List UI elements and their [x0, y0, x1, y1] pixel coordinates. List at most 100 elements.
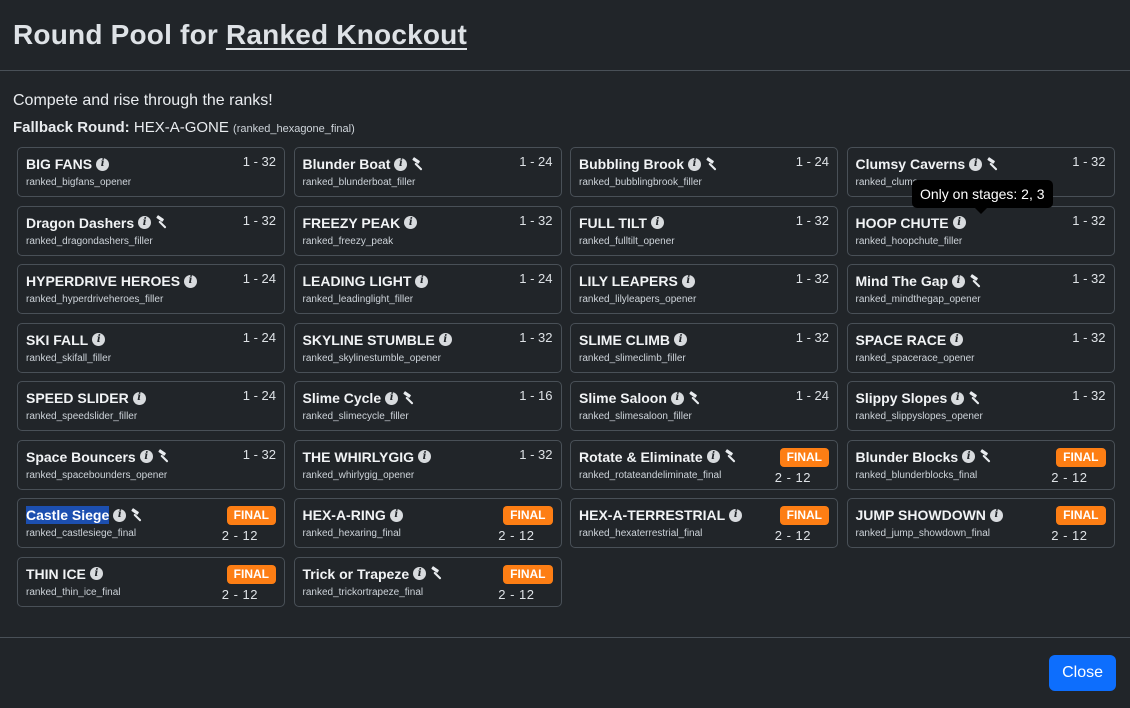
player-range: 1 - 16 — [519, 388, 553, 403]
info-icon[interactable]: i — [950, 333, 964, 346]
info-icon[interactable]: i — [404, 216, 418, 229]
round-code: ranked_whirlygig_opener — [302, 469, 415, 481]
modal-title: Round Pool for Ranked Knockout — [13, 17, 1117, 53]
fallback-label: Fallback Round: — [13, 119, 130, 136]
gamemode-link[interactable]: Ranked Knockout — [226, 19, 467, 50]
info-icon[interactable]: i — [96, 157, 110, 171]
info-icon[interactable]: i — [415, 274, 429, 288]
round-code: ranked_hyperdriveheroes_filler — [26, 294, 164, 305]
info-icon[interactable]: i — [952, 274, 966, 288]
hammer-icon — [979, 449, 994, 464]
round-card: HYPERDRIVE HEROES i ranked_hyperdriveheroe… — [17, 264, 285, 314]
info-icon[interactable]: i — [969, 157, 983, 171]
round-card: Slime Saloon i ranked_slimesaloon_filler 1 … — [570, 381, 838, 431]
player-range: 1 - 32 — [795, 212, 829, 228]
info-icon[interactable]: i — [138, 216, 152, 229]
info-icon[interactable]: i — [674, 333, 687, 346]
hammer-icon — [157, 449, 172, 464]
info-icon[interactable]: i — [650, 216, 664, 229]
round-card: BIG FANS i ranked_bigfans_opener 1 - 32 — [17, 147, 285, 197]
close-button[interactable]: Close — [1049, 655, 1116, 691]
player-range: 1 - 24 — [795, 154, 829, 169]
final-badge: FINAL — [779, 447, 829, 467]
player-range: 1 - 32 — [1072, 329, 1106, 345]
info-icon[interactable]: i — [184, 274, 198, 288]
round-card: Bubbling Brook i ranked_bubblingbrook_fill… — [570, 147, 838, 197]
info-icon[interactable]: i — [952, 216, 966, 229]
info-icon[interactable]: i — [729, 508, 743, 522]
player-range: 1 - 24 — [795, 388, 829, 403]
info-icon[interactable]: i — [989, 508, 1003, 522]
round-code: ranked_spacebounders_opener — [26, 469, 168, 481]
round-title: Blunder Boat i — [303, 155, 553, 173]
round-name: Clumsy Caverns — [855, 156, 966, 172]
round-name: FREEZY PEAK — [302, 214, 401, 231]
info-icon[interactable]: i — [389, 508, 403, 522]
info-icon[interactable]: i — [670, 391, 684, 405]
round-card: Rotate & Eliminate i ranked_rotateandelimi… — [570, 439, 838, 490]
player-range: 1 - 32 — [242, 154, 276, 169]
info-icon[interactable]: i — [394, 157, 408, 171]
round-name: LEADING LIGHT — [302, 273, 412, 289]
round-name: Trick or Trapeze — [302, 565, 410, 582]
info-icon[interactable]: i — [962, 450, 976, 463]
player-range: 2 - 12 — [498, 586, 535, 602]
info-icon[interactable]: i — [89, 567, 103, 580]
round-card: Castle Siege i ranked_castlesiege_final FIN… — [17, 498, 285, 548]
hammer-icon — [155, 215, 170, 230]
info-icon[interactable]: i — [681, 274, 695, 288]
info-icon[interactable]: i — [139, 450, 153, 463]
round-name: SPACE RACE — [855, 331, 947, 348]
round-card: Slippy Slopes i ranked_slippyslopes_opener… — [846, 381, 1115, 431]
round-name: Rotate & Eliminate — [579, 448, 703, 465]
round-title: Mind The Gap i — [856, 272, 1106, 290]
info-icon[interactable]: i — [418, 450, 431, 463]
round-code: ranked_slimecycle_filler — [302, 411, 409, 422]
info-icon[interactable]: i — [385, 391, 399, 405]
info-icon[interactable]: i — [113, 508, 127, 522]
round-card: SPACE RACE i ranked_spacerace_opener 1 - 32 — [846, 322, 1115, 373]
round-code: ranked_fulltilt_opener — [579, 235, 675, 247]
round-card: Trick or Trapeze i ranked_trickortrapeze_f… — [293, 556, 562, 607]
round-name: Blunder Boat — [302, 156, 391, 172]
round-grid: BIG FANS i ranked_bigfans_opener 1 - 32 Blun… — [13, 147, 1117, 607]
info-icon[interactable]: i — [92, 333, 106, 346]
round-card: THIN ICE i ranked_thin_ice_final FINAL 2 - 1… — [17, 556, 285, 607]
info-icon[interactable]: i — [438, 333, 452, 346]
round-title: FULL TILT i — [579, 214, 829, 232]
info-icon[interactable]: i — [706, 450, 720, 463]
round-name: Mind The Gap — [855, 273, 949, 289]
player-range: 1 - 32 — [519, 446, 553, 462]
round-code: ranked_slippyslopes_opener — [855, 411, 983, 422]
final-badge: FINAL — [503, 506, 553, 525]
round-title: HOOP CHUTE i — [856, 214, 1106, 232]
hammer-icon — [411, 156, 426, 172]
info-icon[interactable]: i — [132, 391, 146, 405]
player-range: 1 - 32 — [242, 212, 276, 228]
round-card: Dragon Dashers i ranked_dragondashers_fill… — [17, 205, 285, 256]
round-name: BIG FANS — [26, 156, 93, 172]
info-icon[interactable]: i — [413, 567, 427, 580]
round-title: Slime Cycle i — [303, 389, 553, 407]
player-range: 1 - 32 — [1072, 388, 1106, 403]
modal-footer: Close — [0, 637, 1130, 708]
round-title: Bubbling Brook i — [579, 155, 829, 173]
hammer-icon — [986, 156, 1001, 172]
round-name: Space Bouncers — [26, 448, 136, 465]
round-card: SPEED SLIDER i ranked_speedslider_filler 1 … — [17, 381, 285, 431]
player-range: 1 - 24 — [242, 388, 276, 403]
player-range: 1 - 32 — [519, 329, 553, 345]
player-range: 2 - 12 — [774, 469, 811, 485]
round-name: Bubbling Brook — [579, 156, 684, 172]
round-card: Mind The Gap i ranked_mindthegap_opener 1 -… — [846, 264, 1115, 314]
final-badge: FINAL — [226, 564, 276, 584]
round-name: HOOP CHUTE — [855, 214, 949, 231]
round-card: Slime Cycle i ranked_slimecycle_filler 1 - … — [293, 381, 562, 431]
info-icon[interactable]: i — [688, 157, 701, 171]
round-code: ranked_skifall_filler — [26, 352, 112, 364]
round-name: HEX-A-TERRESTRIAL — [579, 507, 726, 523]
player-range: 1 - 32 — [795, 329, 829, 345]
fallback-round: Fallback Round: HEX-A-GONE (ranked_hexag… — [13, 119, 1117, 138]
player-range: 2 - 12 — [1051, 469, 1088, 485]
info-icon[interactable]: i — [951, 391, 965, 405]
